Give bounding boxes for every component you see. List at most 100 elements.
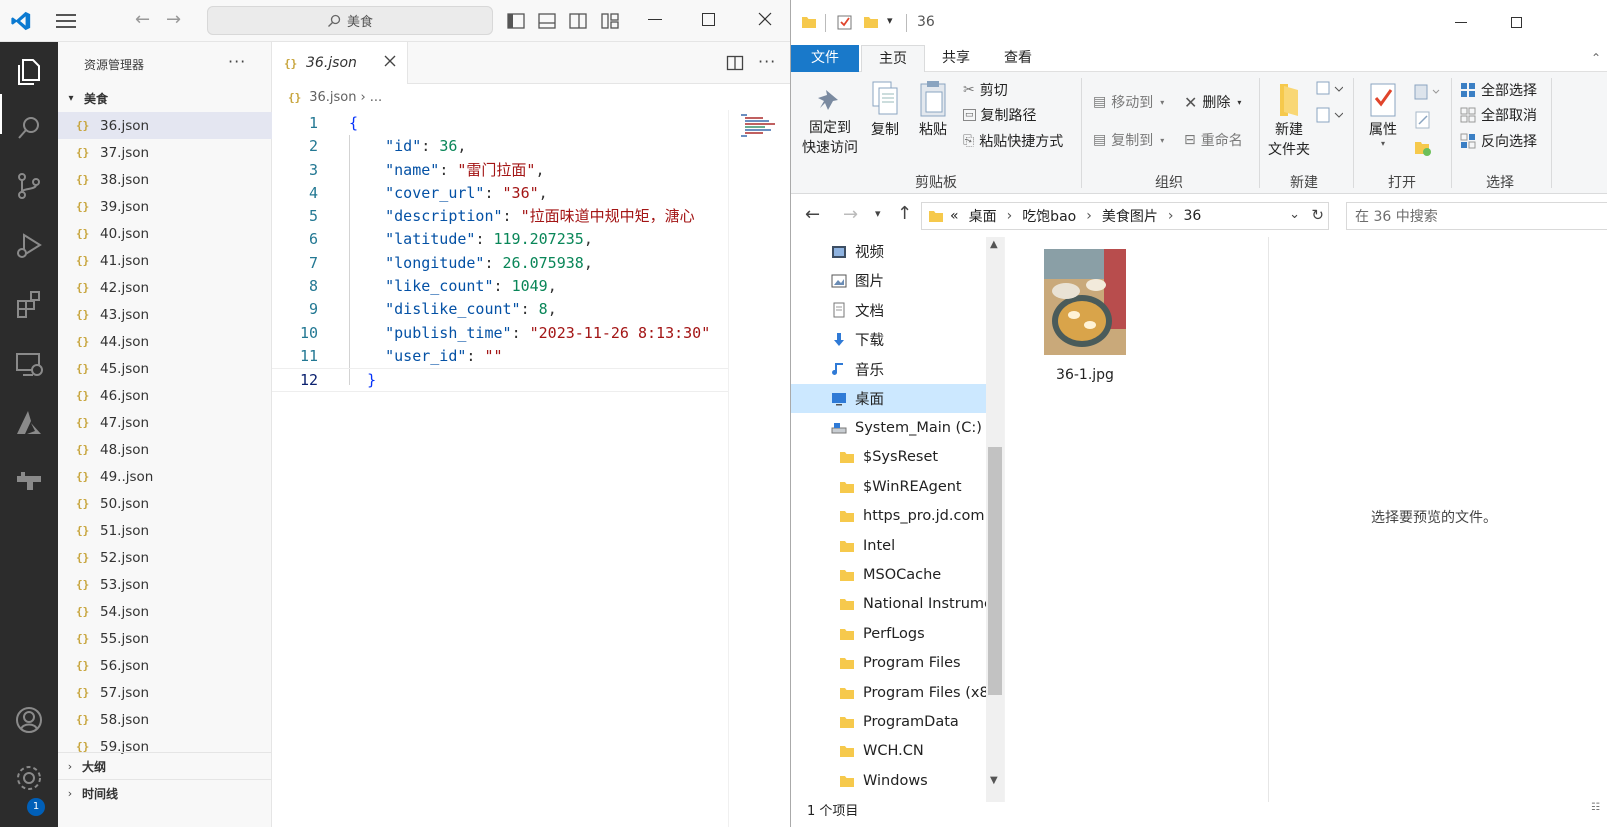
nav-item[interactable]: WCH.CN — [791, 737, 986, 766]
file-tree-item[interactable]: {} 38.json — [58, 166, 272, 193]
nav-item[interactable]: 文档 — [791, 296, 986, 325]
paste-button[interactable]: 粘贴 — [913, 80, 953, 140]
nav-item[interactable]: ProgramData — [791, 707, 986, 736]
copy-path-button[interactable]: ▭ 复制路径 — [963, 103, 1037, 127]
forward-arrow-icon[interactable]: → — [166, 9, 181, 30]
customize-toolbar-dropdown-icon[interactable]: ▾ — [887, 14, 893, 27]
code-editor[interactable]: 1{2 "id": 36, 3 "name": "雷门拉面", 4 "cover_u… — [272, 112, 728, 402]
file-tree-item[interactable]: {} 40.json — [58, 220, 272, 247]
split-editor-icon[interactable] — [726, 54, 744, 72]
nav-item[interactable]: National Instruments — [791, 590, 986, 619]
back-arrow-icon[interactable]: ← — [135, 9, 150, 30]
select-none-button[interactable]: 全部取消 — [1460, 103, 1537, 127]
code-line[interactable]: 11 "user_id": "" — [272, 345, 728, 368]
history-button[interactable] — [1413, 138, 1433, 158]
edit-button[interactable] — [1413, 110, 1433, 130]
open-button[interactable] — [1413, 82, 1443, 102]
nav-item[interactable]: https_pro.jd.com — [791, 502, 986, 531]
timeline-section[interactable]: › 时间线 — [58, 779, 272, 806]
address-box[interactable]: « 桌面 › 吃饱bao › 美食图片 › 36 ⌄ ↻ — [921, 202, 1329, 230]
nav-item[interactable]: 音乐 — [791, 355, 986, 384]
file-tree-item[interactable]: {} 51.json — [58, 517, 272, 544]
file-tree-item[interactable]: {} 44.json — [58, 328, 272, 355]
file-tree-item[interactable]: {} 47.json — [58, 409, 272, 436]
nav-item[interactable]: 下载 — [791, 325, 986, 354]
back-arrow-icon[interactable]: ← — [805, 204, 820, 225]
address-overflow[interactable]: « — [950, 208, 959, 224]
move-to-button[interactable]: ▤ 移动到 ▾ — [1093, 90, 1164, 114]
azure-icon[interactable] — [11, 405, 47, 441]
tab-home[interactable]: 主页 — [861, 45, 925, 72]
file-tree-item[interactable]: {} 37.json — [58, 139, 272, 166]
code-line[interactable]: 12 } — [272, 368, 728, 392]
file-tree-item[interactable]: {} 36.json — [58, 112, 272, 139]
copy-to-button[interactable]: ▤ 复制到 ▾ — [1093, 128, 1164, 152]
file-tree-item[interactable]: {} 45.json — [58, 355, 272, 382]
toggle-secondary-sidebar-icon[interactable] — [568, 11, 588, 31]
up-arrow-icon[interactable]: ↑ — [897, 203, 912, 224]
nav-item[interactable]: 视频 — [791, 237, 986, 266]
file-tree-item[interactable]: {} 41.json — [58, 247, 272, 274]
crumb-desktop[interactable]: 桌面 — [969, 206, 997, 226]
command-center-search[interactable]: 美食 — [207, 6, 493, 35]
recent-locations-icon[interactable]: ▾ — [875, 207, 881, 220]
nav-item[interactable]: Program Files (x86) — [791, 678, 986, 707]
crumb-app[interactable]: 吃饱bao — [1022, 206, 1076, 226]
minimize-button[interactable] — [648, 19, 662, 20]
outline-section[interactable]: › 大纲 — [58, 752, 272, 779]
code-line[interactable]: 6 "latitude": 119.207235, — [272, 228, 728, 251]
forward-arrow-icon[interactable]: → — [843, 204, 858, 225]
maximize-button[interactable] — [1511, 17, 1522, 28]
code-line[interactable]: 5 "description": "拉面味道中规中矩，溏心 — [272, 205, 728, 228]
manage-gear-icon[interactable] — [11, 760, 47, 796]
account-icon[interactable] — [11, 702, 47, 738]
nav-item[interactable]: MSOCache — [791, 560, 986, 589]
file-tree-item[interactable]: {} 58.json — [58, 706, 272, 733]
pin-quick-access-button[interactable]: 固定到 快速访问 — [797, 80, 863, 158]
sidebar-more-button[interactable]: ··· — [228, 52, 246, 71]
nav-item[interactable]: Intel — [791, 531, 986, 560]
properties-button[interactable]: 属性 ▾ — [1359, 80, 1407, 148]
source-control-icon[interactable] — [11, 168, 47, 204]
minimize-button[interactable] — [1455, 22, 1467, 23]
rename-button[interactable]: ⊟ 重命名 — [1184, 128, 1243, 152]
toggle-panel-icon[interactable] — [537, 11, 557, 31]
customize-layout-icon[interactable] — [600, 11, 620, 31]
scroll-up-icon[interactable]: ▲ — [990, 239, 998, 250]
nav-item[interactable]: 桌面 — [791, 384, 986, 413]
new-folder-button[interactable]: 新建 文件夹 — [1263, 80, 1315, 160]
editor-more-button[interactable]: ··· — [758, 52, 776, 71]
code-line[interactable]: 9 "dislike_count": 8, — [272, 298, 728, 321]
nav-item[interactable]: $WinREAgent — [791, 472, 986, 501]
code-line[interactable]: 3 "name": "雷门拉面", — [272, 159, 728, 182]
file-tree-item[interactable]: {} 52.json — [58, 544, 272, 571]
nav-scrollbar[interactable]: ▲ ▼ — [986, 237, 1004, 802]
paste-shortcut-button[interactable]: ⎘ 粘贴快捷方式 — [963, 129, 1063, 153]
breadcrumb-file[interactable]: 36.json — [309, 90, 356, 105]
file-tree-item[interactable]: {} 49..json — [58, 463, 272, 490]
tab-share[interactable]: 共享 — [931, 45, 981, 72]
file-tree-item[interactable]: {} 39.json — [58, 193, 272, 220]
file-tree-item[interactable]: {} 43.json — [58, 301, 272, 328]
crumb-current[interactable]: 36 — [1183, 208, 1201, 224]
code-line[interactable]: 4 "cover_url": "36", — [272, 182, 728, 205]
file-tree-item[interactable]: {} 57.json — [58, 679, 272, 706]
nav-item[interactable]: 图片 — [791, 266, 986, 295]
tab-36-json[interactable]: {} 36.json — [272, 42, 408, 84]
search-activity-icon[interactable] — [11, 110, 47, 146]
code-line[interactable]: 10 "publish_time": "2023-11-26 8:13:30" — [272, 322, 728, 345]
code-line[interactable]: 1{ — [272, 112, 728, 135]
file-tree-item[interactable]: {} 53.json — [58, 571, 272, 598]
new-item-button[interactable] — [1315, 80, 1343, 98]
scrollbar-thumb[interactable] — [988, 447, 1002, 695]
extensions-icon[interactable] — [11, 286, 47, 322]
nav-item[interactable]: Program Files — [791, 649, 986, 678]
nav-item[interactable]: System_Main (C:) — [791, 413, 986, 442]
invert-selection-button[interactable]: 反向选择 — [1460, 129, 1537, 153]
select-all-button[interactable]: 全部选择 — [1460, 78, 1537, 102]
address-dropdown-icon[interactable]: ⌄ — [1289, 207, 1300, 222]
toggle-primary-sidebar-icon[interactable] — [506, 11, 526, 31]
cut-button[interactable]: ✂ 剪切 — [963, 78, 1008, 102]
tab-file[interactable]: 文件 — [791, 45, 859, 72]
file-tree-item[interactable]: {} 56.json — [58, 652, 272, 679]
